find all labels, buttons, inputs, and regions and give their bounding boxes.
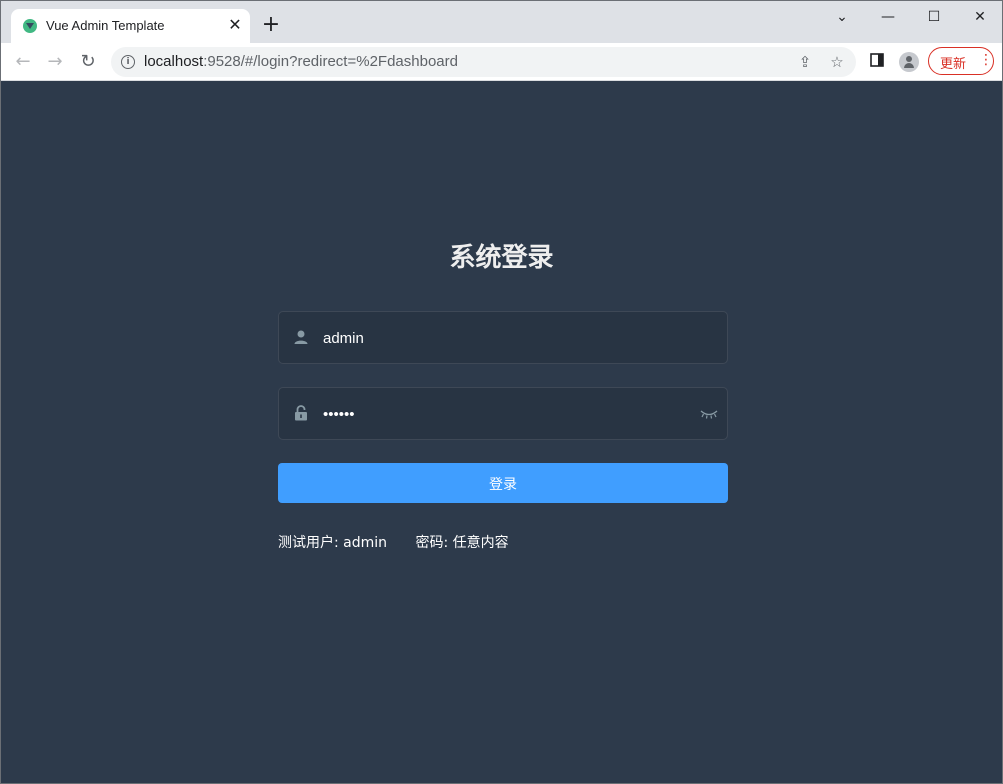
share-icon[interactable]: ⇪ — [795, 52, 815, 72]
url-host: localhost — [144, 53, 204, 70]
address-bar[interactable]: i localhost:9528/#/login?redirect=%2Fdas… — [111, 47, 856, 77]
back-arrow-icon[interactable]: ← — [11, 50, 35, 74]
login-button[interactable]: 登录 — [278, 463, 728, 503]
profile-avatar-icon[interactable] — [899, 52, 919, 72]
site-info-icon[interactable]: i — [121, 55, 135, 69]
user-icon — [293, 329, 309, 345]
title-bar: Vue Admin Template ✕ + ⌄ — ☐ ✕ — [1, 1, 1002, 43]
close-window-button[interactable]: ✕ — [957, 5, 1002, 29]
tab-search-chevron-icon[interactable]: ⌄ — [819, 5, 865, 29]
maximize-button[interactable]: ☐ — [911, 5, 957, 29]
lock-icon — [293, 405, 309, 421]
username-field — [278, 311, 728, 364]
forward-arrow-icon[interactable]: → — [43, 50, 67, 74]
browser-window: Vue Admin Template ✕ + ⌄ — ☐ ✕ ← → ↻ i l… — [0, 0, 1003, 784]
login-tips: 测试用户: admin 密码: 任意内容 — [278, 532, 533, 552]
reload-icon[interactable]: ↻ — [76, 50, 100, 74]
update-button[interactable]: 更新 ⋮ — [928, 47, 994, 75]
url-text: localhost:9528/#/login?redirect=%2Fdashb… — [144, 53, 458, 70]
login-title: 系统登录 — [449, 243, 554, 273]
eye-closed-icon[interactable] — [699, 406, 719, 420]
tab-close-icon[interactable]: ✕ — [225, 15, 245, 35]
username-input[interactable] — [323, 324, 683, 352]
tab-title: Vue Admin Template — [46, 18, 165, 33]
side-panel-icon[interactable] — [867, 52, 887, 72]
tip-username: 测试用户: admin — [278, 535, 388, 551]
vue-logo-icon — [23, 19, 37, 33]
update-label: 更新 — [940, 57, 967, 72]
menu-kebab-icon: ⋮ — [979, 52, 993, 68]
password-input[interactable] — [323, 400, 683, 428]
browser-toolbar: ← → ↻ i localhost:9528/#/login?redirect=… — [1, 43, 1002, 81]
tip-password: 密码: 任意内容 — [415, 535, 509, 551]
url-path: :9528/#/login?redirect=%2Fdashboard — [203, 53, 458, 70]
password-field — [278, 387, 728, 440]
minimize-button[interactable]: — — [865, 5, 911, 29]
bookmark-star-icon[interactable]: ☆ — [827, 52, 847, 72]
browser-tab[interactable]: Vue Admin Template ✕ — [11, 9, 250, 43]
new-tab-button[interactable]: + — [261, 14, 281, 36]
